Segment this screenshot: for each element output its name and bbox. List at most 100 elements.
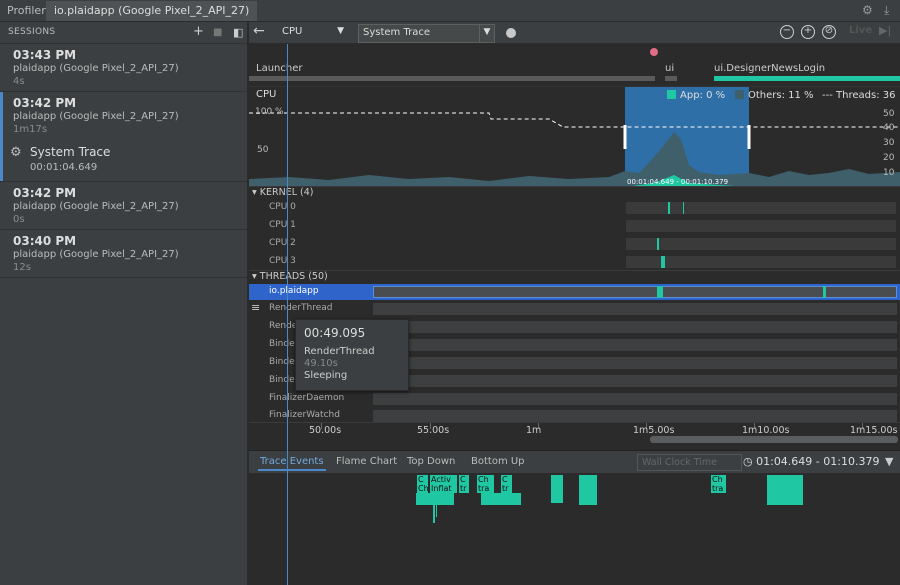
sessions-title: SESSIONS [8,27,56,37]
activity-bar[interactable] [249,76,655,81]
thread-state-band [373,375,897,387]
thread-tooltip: 00:49.095 RenderThread 49.10s Sleeping [295,319,409,391]
session-time: 03:42 PM [13,186,77,200]
kernel-core-track[interactable] [626,220,896,232]
profiler-tab[interactable]: io.plaidapp (Google Pixel_2_API_27) [46,1,258,21]
thread-running-slice[interactable] [823,286,826,298]
trace-event[interactable] [416,493,454,505]
zoom-in-icon[interactable]: + [801,25,815,39]
trace-event[interactable] [579,475,597,505]
activity-bar[interactable] [665,76,677,81]
activity-bar[interactable] [714,76,900,81]
tab-flame-chart[interactable]: Flame Chart [336,456,397,467]
core-activity-slice[interactable] [668,202,670,214]
add-session-icon[interactable]: + [193,24,204,39]
stop-session-icon[interactable]: ■ [213,27,222,38]
zoom-out-icon[interactable]: − [780,25,794,39]
gear-icon: ⚙ [10,145,22,160]
trace-config-value: System Trace [363,27,430,38]
tooltip-duration: 49.10s [304,358,338,369]
tab-bottom-up[interactable]: Bottom Up [471,456,525,467]
tab-top-down[interactable]: Top Down [407,456,455,467]
thread-state-band [373,410,897,422]
trace-event[interactable]: Ch tra [711,475,726,493]
activity-label: ui.DesignerNewsLogin [714,63,826,74]
kernel-core-track[interactable] [626,202,896,214]
legend-swatch [667,90,676,99]
kernel-core-track[interactable] [626,238,896,250]
trace-event[interactable]: C Ch [417,475,428,493]
kernel-core-label: CPU 2 [269,238,296,248]
clock-type-select[interactable]: Wall Clock Time [637,454,742,471]
selection-range-text: 01:04.649 - 01:10.379 [756,455,880,468]
thread-running-slice[interactable] [657,286,663,298]
thread-name: Binder [269,339,299,349]
trace-event[interactable] [767,475,803,505]
session-time: 03:42 PM [13,96,77,110]
session-trace-artifact[interactable]: ⚙ System Trace 00:01:04.649 [0,143,247,177]
legend-app: App: 0 % [667,90,725,101]
trace-event-label: tr [460,484,467,493]
legend-swatch [735,90,744,99]
trace-event-label: Inflat [431,484,452,493]
chevron-down-icon: ▼ [479,25,494,42]
event-timeline: Launcher ui ui.DesignerNewsLogin [249,44,900,86]
core-activity-slice[interactable] [661,256,665,268]
activity-label: Launcher [256,63,303,74]
session-item[interactable]: 03:40 PM plaidapp (Google Pixel_2_API_27… [0,230,247,278]
kernel-core-label: CPU 1 [269,220,296,230]
trace-config-select[interactable]: System Trace ▼ [358,24,495,43]
thread-state-band [373,339,897,351]
filter-icon[interactable]: ▼ [885,455,893,468]
record-button[interactable] [506,28,516,38]
trace-event[interactable]: Ctr [459,475,469,493]
trace-event-label: tra [478,484,490,493]
reset-zoom-icon[interactable]: ⊘ [822,25,836,39]
minimize-icon[interactable]: ⤓ [884,3,889,18]
profiler-select[interactable]: CPU ▼ [276,24,348,42]
settings-icon[interactable]: ⚙ [862,3,873,17]
axis-tick-label: 55.00s [417,425,450,436]
thread-state-band [373,303,897,315]
trace-event[interactable]: Ch tra [477,475,494,493]
y-axis-label: 20 [883,153,895,163]
core-activity-slice[interactable] [657,238,659,250]
tab-trace-events[interactable]: Trace Events [258,456,326,471]
sessions-panel: SESSIONS + ■ ◧ 03:43 PM plaidapp (Google… [0,22,248,585]
trace-event[interactable] [551,475,563,503]
session-item[interactable]: 03:43 PM plaidapp (Google Pixel_2_API_27… [0,44,247,92]
session-duration: 4s [13,76,25,87]
skip-to-end-icon[interactable]: ▶| [879,24,891,37]
session-item[interactable]: 03:42 PM plaidapp (Google Pixel_2_API_27… [0,181,247,230]
session-duration: 1m17s [13,124,48,135]
cpu-usage-chart[interactable]: CPU App: 0 % Others: 11 % --- Threads: 3… [249,86,900,187]
timeline-scrollbar[interactable] [650,436,898,443]
cpu-usage-graph [249,87,900,187]
chevron-down-icon: ▼ [337,26,344,36]
trace-event[interactable] [433,505,435,523]
back-arrow-icon[interactable]: ← [253,23,265,39]
threads-header[interactable]: ▾ THREADS (50) [249,270,900,284]
sessions-header: SESSIONS + ■ ◧ [0,22,247,44]
thread-state-band [373,286,897,298]
trace-event[interactable]: Ctr [501,475,512,493]
thread-row-selected[interactable]: io.plaidapp [249,284,900,300]
tooltip-state: Sleeping [304,370,348,381]
profiler-toolbar: ← CPU ▼ System Trace ▼ − + ⊘ Live ▶| [249,22,900,44]
user-event-marker[interactable] [650,48,658,56]
thread-row[interactable]: FinalizerDaemon [249,391,900,407]
trace-event[interactable] [481,493,521,505]
thread-row[interactable]: ≡ RenderThread [249,301,900,317]
kernel-header[interactable]: ▾ KERNEL (4) [249,186,900,200]
session-item-active[interactable]: 03:42 PM plaidapp (Google Pixel_2_API_27… [0,92,247,181]
trace-event-label: C [502,475,508,484]
kernel-core-track[interactable] [626,256,896,268]
collapse-panel-icon[interactable]: ◧ [233,26,243,39]
core-activity-slice[interactable] [683,202,684,214]
drag-handle-icon[interactable]: ≡ [251,301,260,314]
trace-name: System Trace [30,145,111,159]
live-button[interactable]: Live [849,25,872,36]
trace-event[interactable] [436,505,437,517]
activity-label: ui [665,63,675,74]
trace-event[interactable]: Activ Inflat [430,475,457,493]
